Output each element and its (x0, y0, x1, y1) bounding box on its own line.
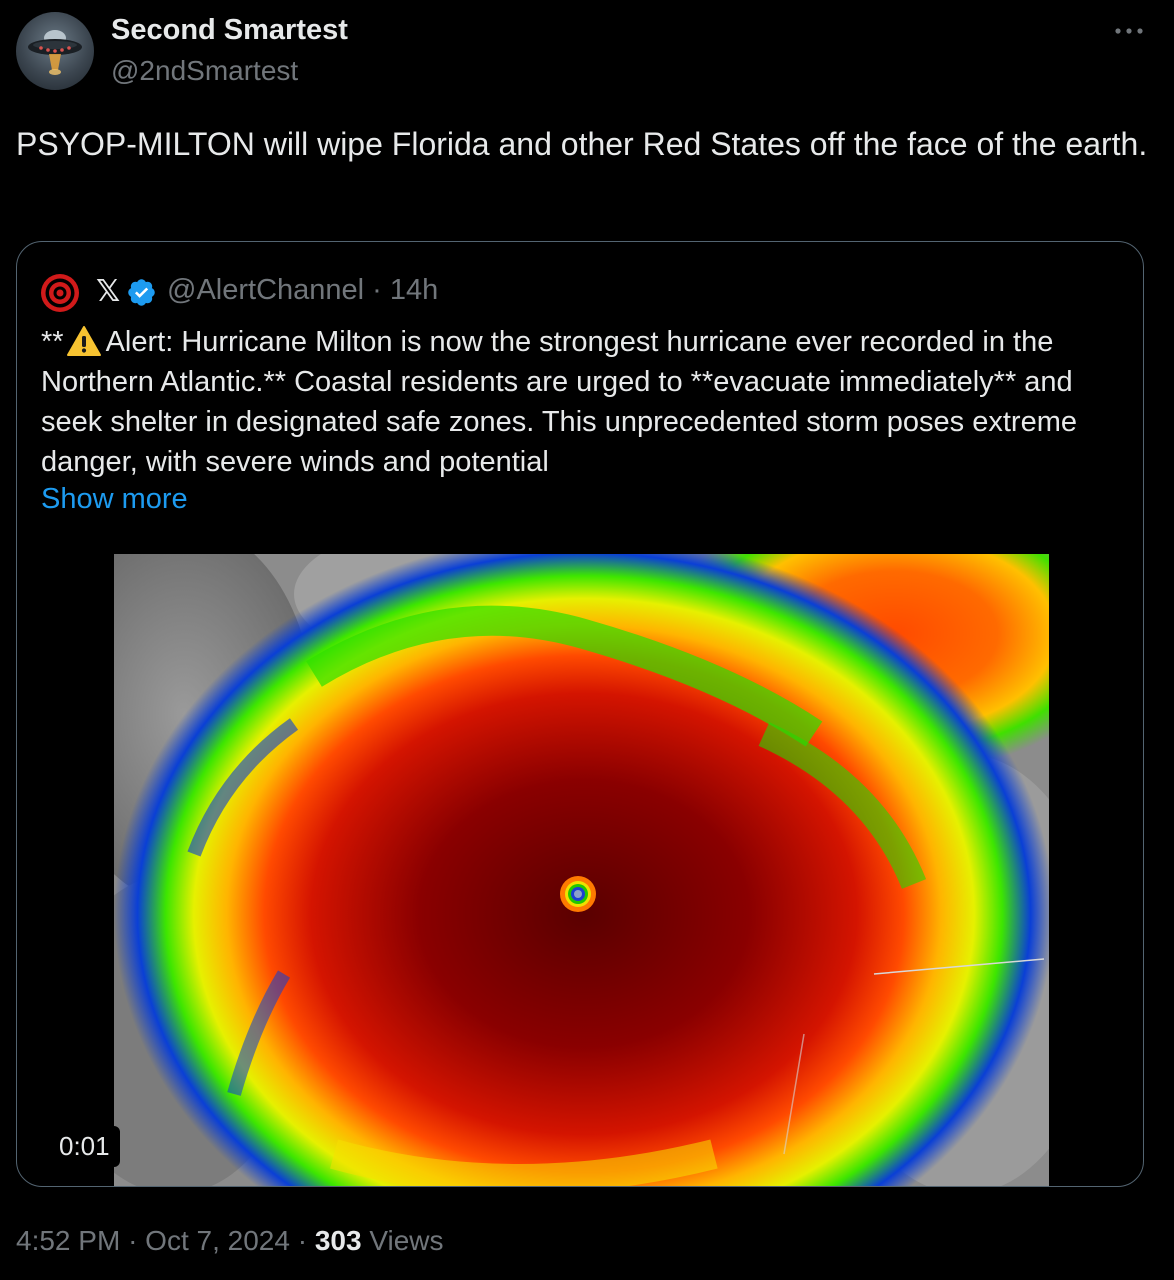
author-handle[interactable]: @2ndSmartest (111, 55, 298, 87)
tweet-footer: 4:52 PM · Oct 7, 2024 · 303 Views (16, 1225, 444, 1257)
target-icon (41, 274, 79, 312)
more-options-button[interactable] (1108, 14, 1150, 44)
author-display-name[interactable]: Second Smartest (111, 14, 348, 47)
quoted-tweet-card[interactable]: 𝕏 @AlertChannel · 14h ** Alert: Hurricane… (16, 241, 1144, 1187)
views-count[interactable]: 303 (315, 1225, 362, 1256)
show-more-link[interactable]: Show more (41, 483, 188, 516)
footer-separator: · (297, 1225, 308, 1256)
x-logo-icon: 𝕏 (96, 275, 121, 308)
hurricane-satellite-image (114, 554, 1049, 1186)
quoted-text-body: Alert: Hurricane Milton is now the stron… (41, 326, 1077, 478)
quoted-meta: @AlertChannel · 14h (167, 274, 438, 307)
footer-separator: · (128, 1225, 138, 1256)
meta-separator: · (372, 274, 382, 306)
quoted-avatar[interactable] (40, 273, 80, 313)
hurricane-video[interactable] (114, 554, 1049, 1186)
quoted-text-prefix: ** (41, 326, 64, 358)
quoted-text: ** Alert: Hurricane Milton is now the str… (41, 322, 1126, 482)
post-date[interactable]: Oct 7, 2024 (145, 1225, 290, 1256)
views-label: Views (369, 1225, 444, 1256)
verified-badge-icon (128, 279, 155, 306)
warning-icon (66, 326, 101, 356)
post-time[interactable]: 4:52 PM (16, 1225, 120, 1256)
author-avatar[interactable] (16, 12, 94, 90)
quoted-time[interactable]: 14h (390, 274, 438, 306)
more-dots-icon (1115, 28, 1143, 34)
video-timer[interactable]: 0:01 (49, 1126, 120, 1167)
tweet-text: PSYOP-MILTON will wipe Florida and other… (16, 126, 1148, 162)
ufo-icon (28, 30, 82, 75)
quoted-handle[interactable]: @AlertChannel (167, 274, 364, 306)
